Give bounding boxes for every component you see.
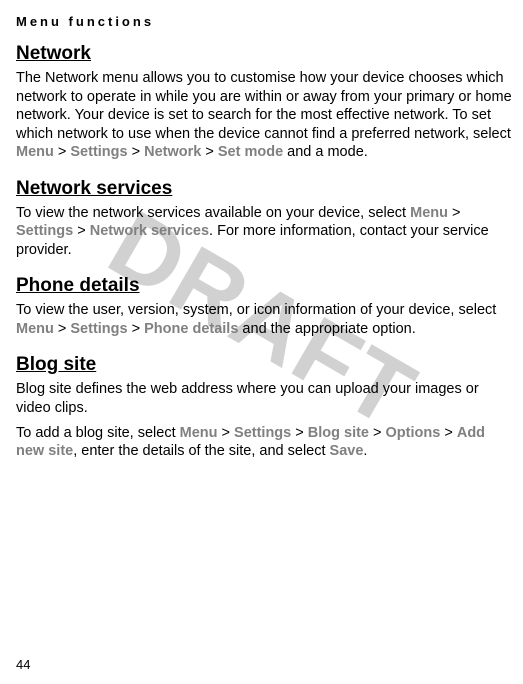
- breadcrumb-sep: >: [218, 425, 235, 441]
- menu-path-item: Menu: [16, 144, 54, 160]
- heading-phone-details: Phone details: [16, 275, 515, 297]
- breadcrumb-sep: >: [369, 425, 386, 441]
- breadcrumb-sep: >: [54, 144, 71, 160]
- menu-path-item: Menu: [180, 425, 218, 441]
- para-network-services: To view the network services available o…: [16, 204, 515, 260]
- text: , enter the details of the site, and sel…: [73, 443, 329, 459]
- running-header: Menu functions: [16, 14, 515, 29]
- text: .: [363, 443, 367, 459]
- menu-path-item: Network: [144, 144, 201, 160]
- menu-path-item: Options: [386, 425, 441, 441]
- breadcrumb-sep: >: [128, 144, 145, 160]
- text: To view the network services available o…: [16, 205, 410, 221]
- heading-blog-site: Blog site: [16, 354, 515, 376]
- breadcrumb-sep: >: [128, 321, 145, 337]
- menu-path-item: Blog site: [308, 425, 369, 441]
- menu-path-item: Save: [330, 443, 364, 459]
- breadcrumb-sep: >: [201, 144, 218, 160]
- para-blog-site-2: To add a blog site, select Menu > Settin…: [16, 424, 515, 461]
- text: The Network menu allows you to customise…: [16, 70, 512, 142]
- menu-path-item: Menu: [410, 205, 448, 221]
- heading-network: Network: [16, 43, 515, 65]
- text: To view the user, version, system, or ic…: [16, 302, 496, 318]
- text: and the appropriate option.: [238, 321, 415, 337]
- breadcrumb-sep: >: [448, 205, 461, 221]
- breadcrumb-sep: >: [73, 223, 90, 239]
- breadcrumb-sep: >: [440, 425, 457, 441]
- para-network: The Network menu allows you to customise…: [16, 69, 515, 162]
- menu-path-item: Settings: [234, 425, 291, 441]
- menu-path-item: Set mode: [218, 144, 283, 160]
- page-number: 44: [16, 657, 30, 672]
- menu-path-item: Menu: [16, 321, 54, 337]
- text: To add a blog site, select: [16, 425, 180, 441]
- menu-path-item: Settings: [16, 223, 73, 239]
- breadcrumb-sep: >: [54, 321, 71, 337]
- menu-path-item: Network services: [90, 223, 209, 239]
- breadcrumb-sep: >: [291, 425, 308, 441]
- menu-path-item: Phone details: [144, 321, 238, 337]
- text: and a mode.: [283, 144, 368, 160]
- para-phone-details: To view the user, version, system, or ic…: [16, 301, 515, 338]
- heading-network-services: Network services: [16, 178, 515, 200]
- para-blog-site-1: Blog site defines the web address where …: [16, 380, 515, 417]
- menu-path-item: Settings: [70, 144, 127, 160]
- menu-path-item: Settings: [70, 321, 127, 337]
